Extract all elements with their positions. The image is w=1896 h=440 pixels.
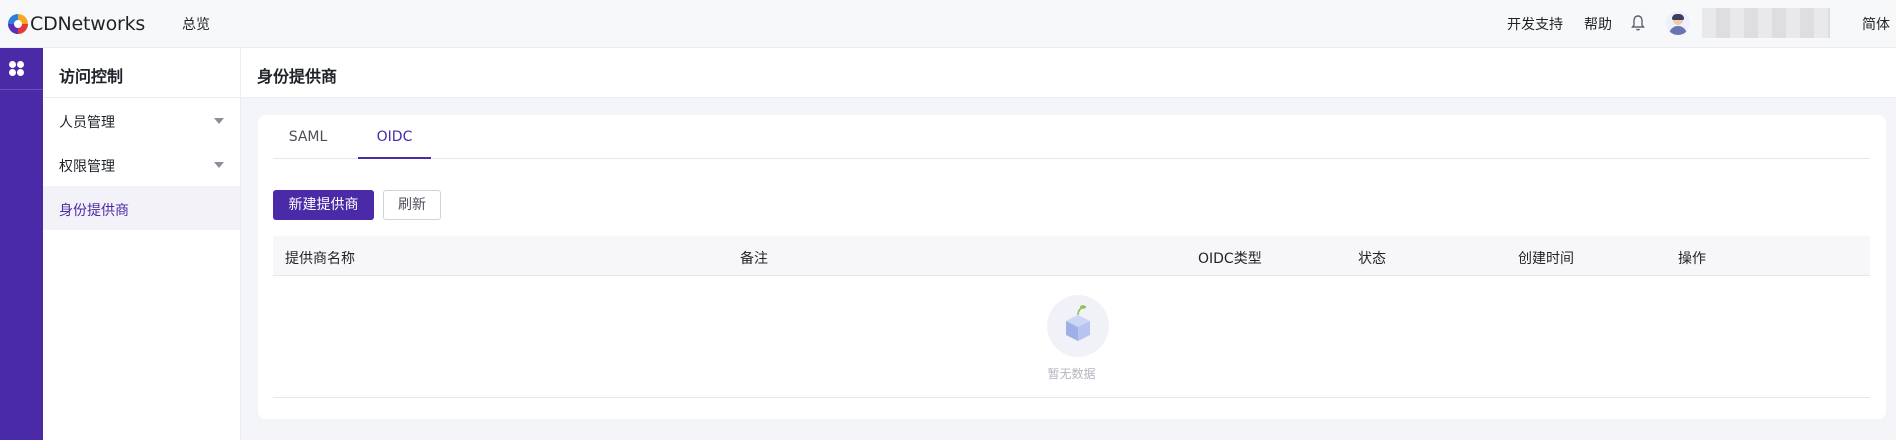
notification-bell-icon[interactable] — [1631, 14, 1645, 32]
page-header: 身份提供商 — [241, 48, 1896, 98]
column-header: 备注 — [740, 251, 768, 267]
page-title: 身份提供商 — [257, 67, 338, 86]
user-avatar[interactable] — [1666, 11, 1690, 35]
content-card: SAML OIDC 新建提供商 刷新 提供商名称 备注 OIDC类型 状态 创建… — [258, 115, 1886, 419]
sidebar-item-label: 权限管理 — [59, 159, 115, 175]
table-header: 提供商名称 备注 OIDC类型 状态 创建时间 操作 — [273, 236, 1870, 276]
redacted-username[interactable] — [1702, 8, 1830, 38]
table-empty-state: 暂无数据 — [273, 276, 1870, 398]
column-header: 状态 — [1358, 251, 1386, 267]
brand-logo[interactable]: CDNetworks — [8, 12, 145, 36]
sidebar-item-identity-provider[interactable]: 身份提供商 — [43, 186, 240, 230]
apps-grid-icon[interactable] — [0, 48, 43, 90]
top-navigation-bar: CDNetworks 总览 开发支持 帮助 简体 — [0, 0, 1896, 48]
chevron-down-icon — [214, 118, 224, 124]
nav-overview-link[interactable]: 总览 — [182, 14, 210, 34]
dev-support-link[interactable]: 开发支持 — [1507, 14, 1563, 34]
tab-saml[interactable]: SAML — [273, 129, 343, 159]
create-provider-button[interactable]: 新建提供商 — [273, 190, 374, 220]
column-header: OIDC类型 — [1198, 251, 1262, 267]
empty-state-text: 暂无数据 — [1047, 367, 1096, 381]
sidebar: 访问控制 人员管理 权限管理 身份提供商 — [43, 48, 241, 440]
column-header: 创建时间 — [1518, 251, 1574, 267]
tab-oidc[interactable]: OIDC — [358, 129, 431, 159]
cdnetworks-logo-icon — [8, 14, 28, 34]
chevron-down-icon — [214, 162, 224, 168]
sidebar-item-user-management[interactable]: 人员管理 — [43, 98, 240, 142]
column-header: 提供商名称 — [285, 251, 355, 267]
help-link[interactable]: 帮助 — [1584, 14, 1612, 34]
sidebar-item-label: 身份提供商 — [59, 203, 129, 219]
sidebar-item-label: 人员管理 — [59, 115, 115, 131]
brand-name: CDNetworks — [30, 13, 146, 35]
refresh-button[interactable]: 刷新 — [383, 190, 441, 220]
language-switcher[interactable]: 简体 — [1862, 14, 1890, 34]
product-rail — [0, 48, 43, 440]
column-header: 操作 — [1678, 251, 1706, 267]
empty-box-icon — [1047, 295, 1109, 357]
sidebar-title: 访问控制 — [43, 48, 240, 98]
tab-bar: SAML OIDC — [273, 115, 1870, 159]
sidebar-item-permission-management[interactable]: 权限管理 — [43, 142, 240, 186]
